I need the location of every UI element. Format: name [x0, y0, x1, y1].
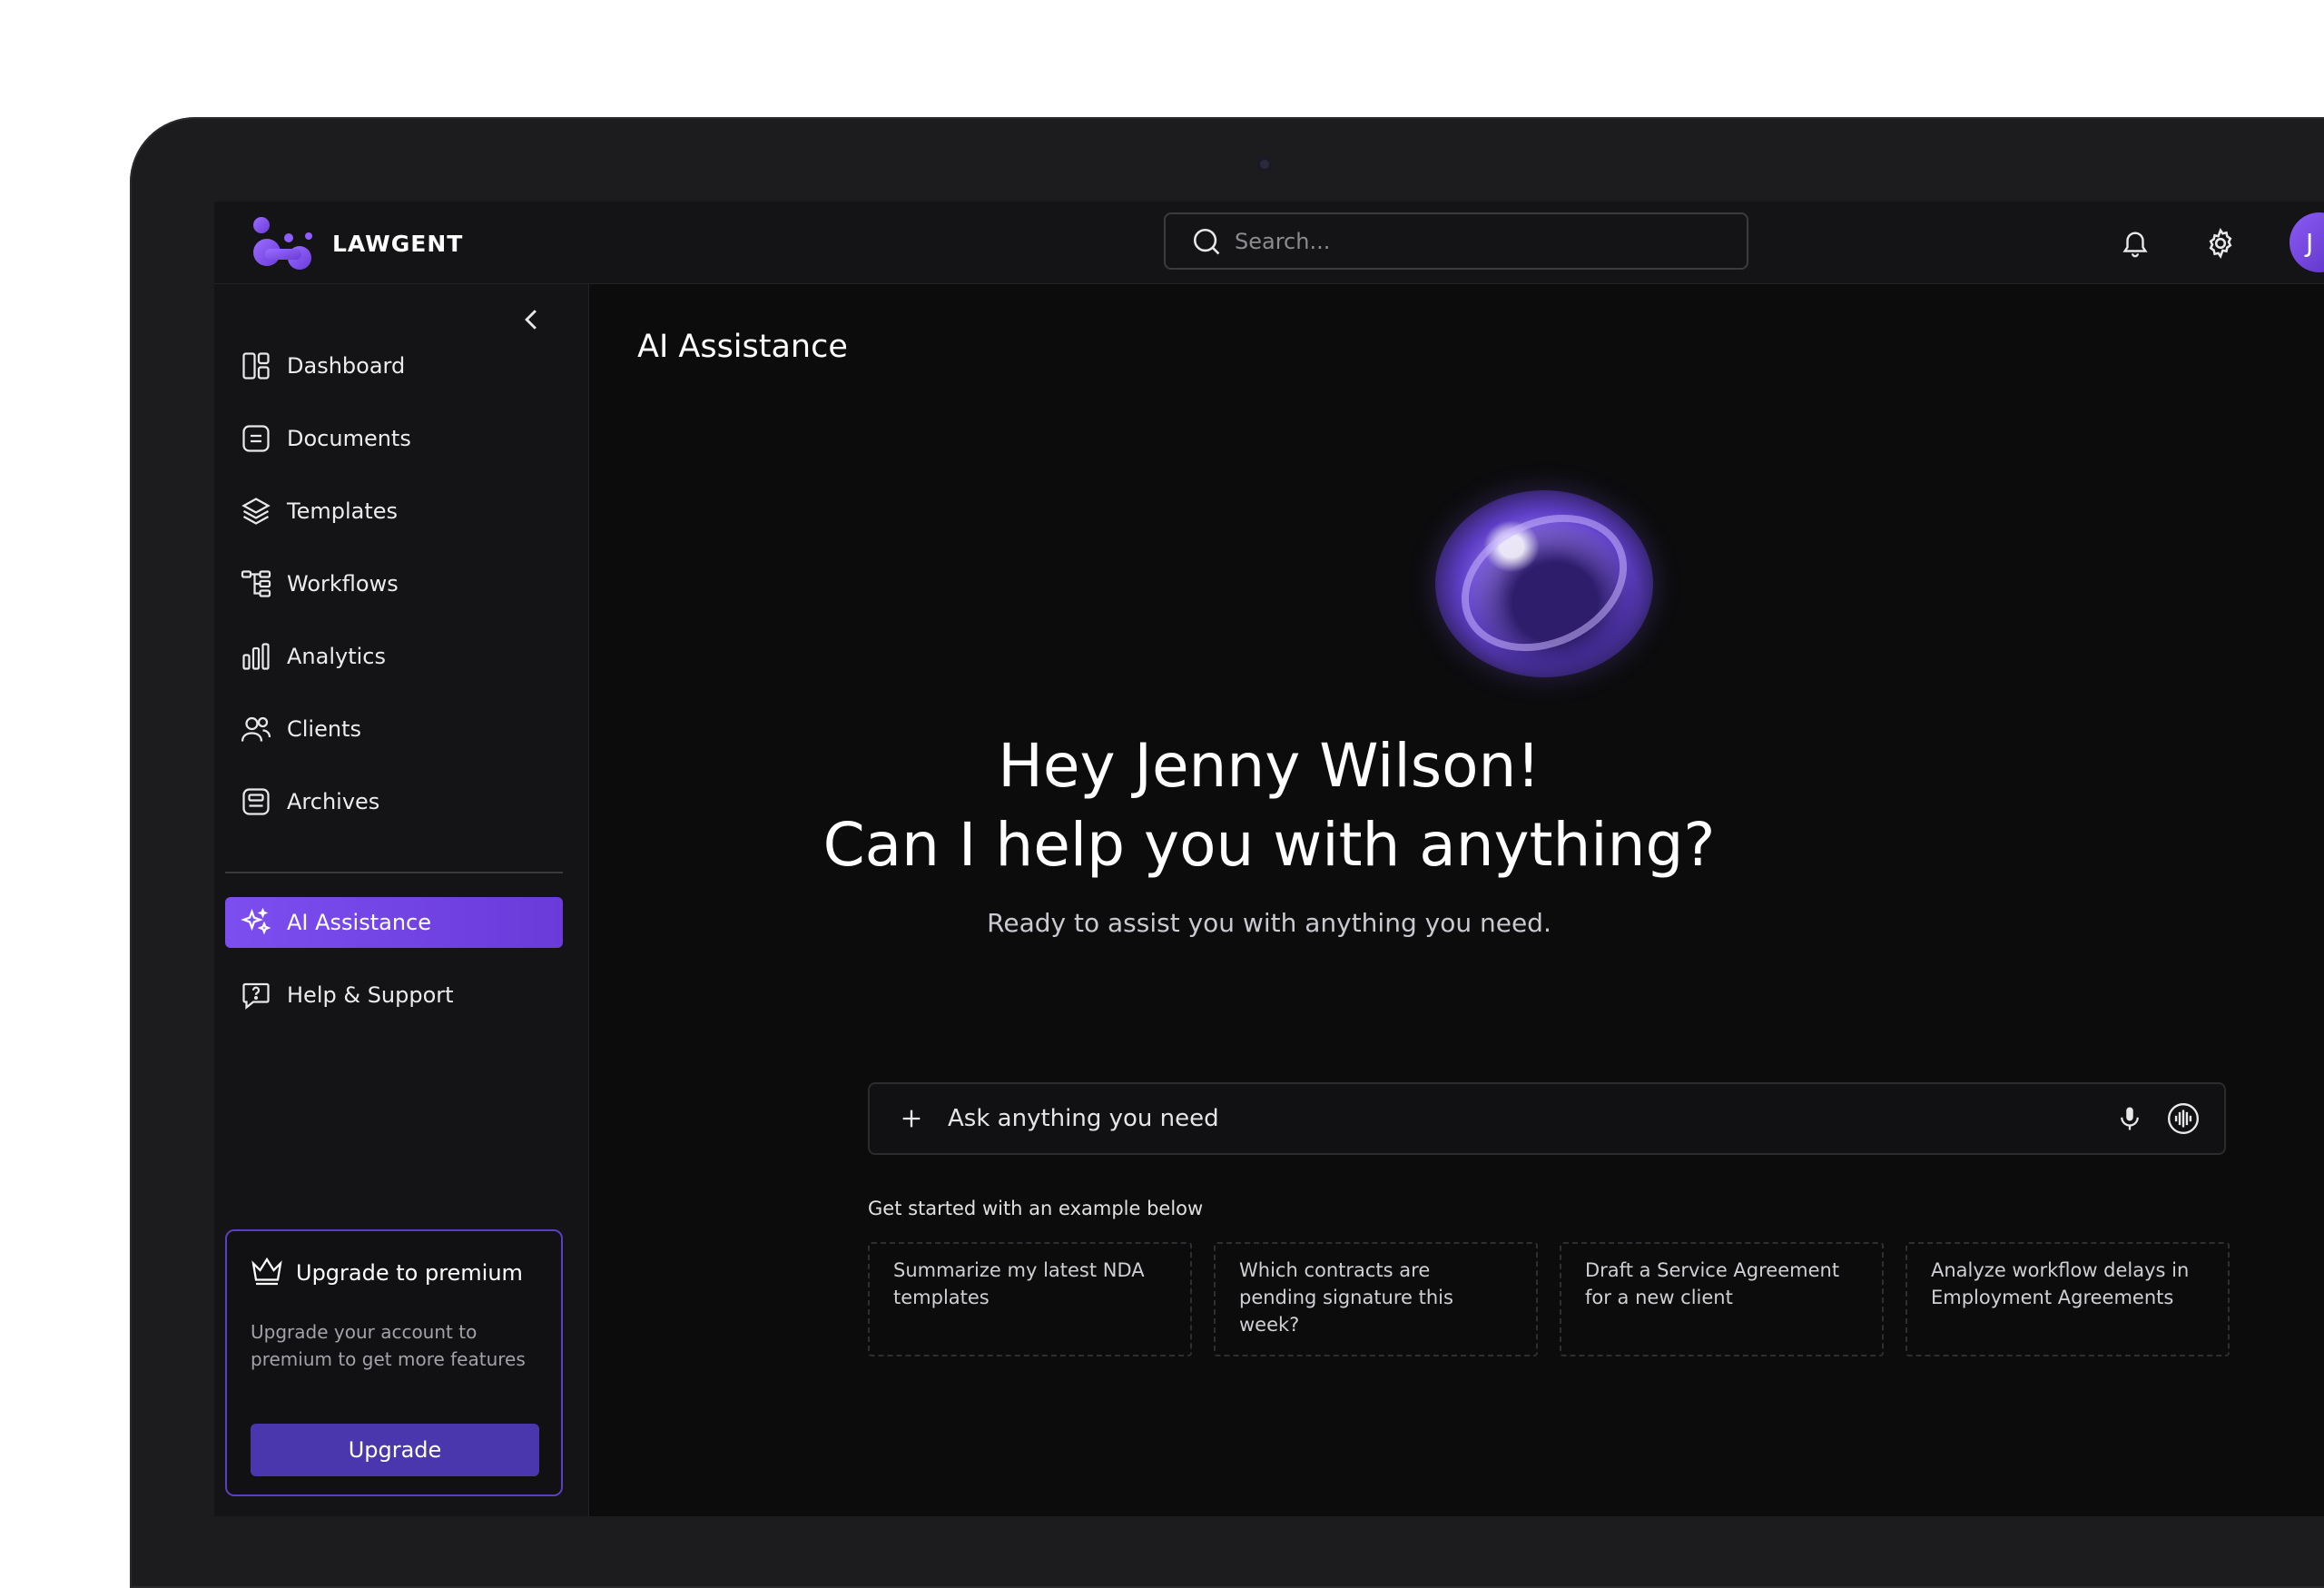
search-icon: [1193, 228, 1220, 254]
crown-icon: [251, 1255, 283, 1291]
example-prompt-card[interactable]: Draft a Service Agreement for a new clie…: [1560, 1242, 1884, 1356]
document-icon: [238, 420, 274, 457]
sidebar: Dashboard Documents Templates Workflows …: [214, 284, 589, 1516]
sidebar-item-workflows[interactable]: Workflows: [225, 558, 563, 609]
logo[interactable]: LAWGENT: [249, 214, 463, 272]
app-screen: LAWGENT J Dashboard Documents Templates: [214, 202, 2324, 1516]
premium-description: Upgrade your account to premium to get m…: [251, 1321, 526, 1370]
sidebar-item-label: Analytics: [287, 644, 386, 669]
premium-title: Upgrade to premium: [296, 1260, 523, 1286]
page-title: AI Assistance: [637, 329, 848, 365]
sidebar-item-documents[interactable]: Documents: [225, 413, 563, 464]
sidebar-item-analytics[interactable]: Analytics: [225, 631, 563, 682]
sidebar-item-label: Documents: [287, 426, 411, 451]
bell-icon: [2122, 232, 2148, 258]
greeting-line-2: Can I help you with anything?: [822, 810, 1716, 880]
collapse-sidebar-button[interactable]: [517, 306, 545, 333]
avatar-initial: J: [2306, 227, 2314, 258]
layers-icon: [238, 493, 274, 529]
chevron-left-icon: [525, 310, 537, 330]
workflow-icon: [238, 566, 274, 602]
audio-wave-icon: [2167, 1102, 2200, 1135]
search-bar[interactable]: [1164, 212, 1748, 270]
example-prompt-card[interactable]: Which contracts are pending signature th…: [1214, 1242, 1538, 1356]
bar-chart-icon: [238, 638, 274, 675]
sidebar-item-label: Dashboard: [287, 353, 406, 379]
sidebar-item-dashboard[interactable]: Dashboard: [225, 340, 563, 391]
gear-icon: [2209, 228, 2232, 259]
camera-dot: [1256, 156, 1273, 173]
ask-bar[interactable]: [868, 1082, 2226, 1155]
voice-mode-button[interactable]: [2164, 1100, 2202, 1138]
notifications-button[interactable]: [2117, 225, 2153, 261]
greeting-subtitle: Ready to assist you with anything you ne…: [987, 908, 1551, 938]
top-bar: LAWGENT J: [214, 202, 2324, 284]
lawgent-logo-icon: [253, 217, 312, 270]
greeting-line-1: Hey Jenny Wilson!: [998, 731, 1541, 801]
settings-button[interactable]: [2202, 225, 2239, 261]
search-input[interactable]: [1235, 228, 1725, 254]
voice-input-button[interactable]: [2112, 1100, 2148, 1137]
example-prompt-card[interactable]: Summarize my latest NDA templates: [868, 1242, 1192, 1356]
plus-icon: [902, 1110, 921, 1128]
sidebar-item-label: Help & Support: [287, 982, 454, 1008]
examples-label: Get started with an example below: [868, 1198, 1204, 1219]
help-chat-icon: [238, 977, 274, 1013]
sidebar-item-label: Workflows: [287, 571, 399, 597]
microphone-icon: [2121, 1107, 2139, 1130]
upgrade-premium-card: Upgrade to premium Upgrade your account …: [225, 1229, 563, 1496]
sidebar-item-label: Templates: [287, 498, 399, 524]
premium-header: Upgrade to premium: [251, 1255, 537, 1291]
sidebar-item-help-support[interactable]: Help & Support: [225, 970, 563, 1021]
ask-input[interactable]: [948, 1105, 2112, 1132]
add-attachment-button[interactable]: [895, 1102, 928, 1135]
dashboard-icon: [238, 348, 274, 384]
user-avatar[interactable]: J: [2290, 212, 2324, 272]
upgrade-button[interactable]: Upgrade: [251, 1424, 539, 1476]
brand-name: LAWGENT: [332, 230, 464, 257]
example-prompt-card[interactable]: Analyze workflow delays in Employment Ag…: [1905, 1242, 2230, 1356]
sidebar-item-templates[interactable]: Templates: [225, 486, 563, 537]
